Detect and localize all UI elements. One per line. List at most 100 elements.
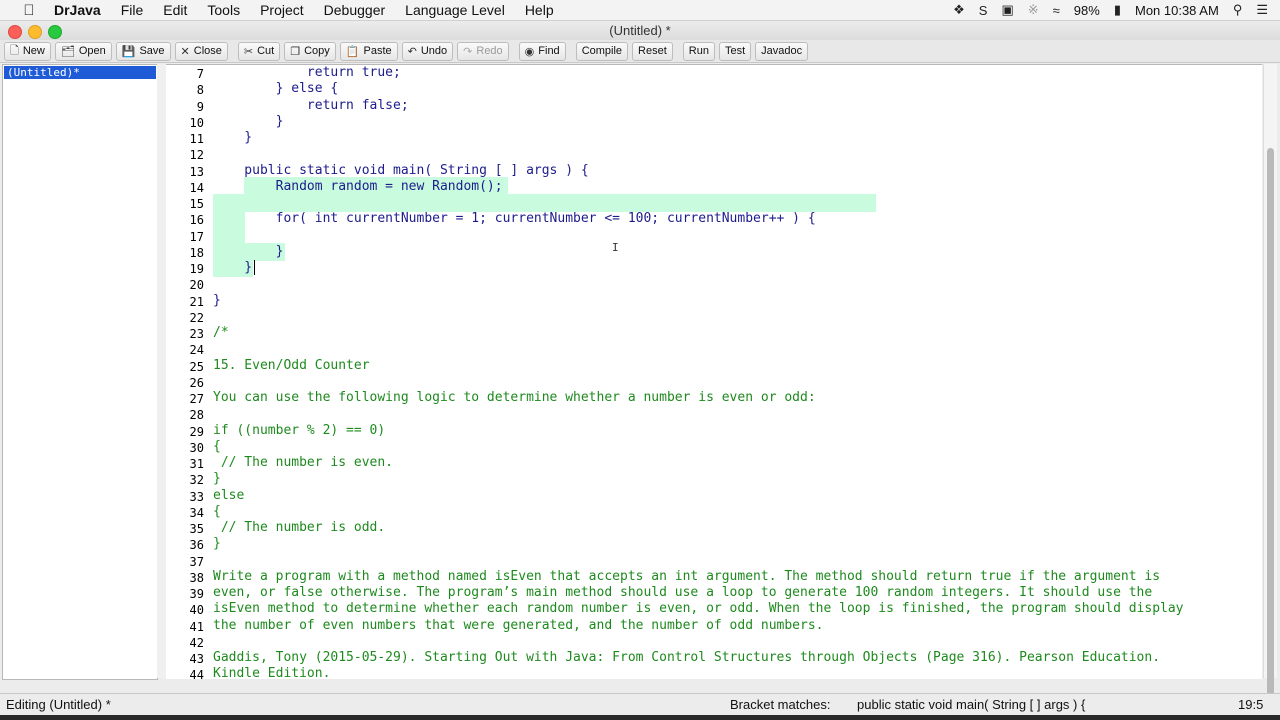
paste-label: Paste bbox=[363, 45, 392, 57]
line-number: 17 bbox=[189, 229, 204, 244]
test-button[interactable]: Test bbox=[718, 41, 752, 61]
line-number: 36 bbox=[189, 538, 204, 553]
app-menu[interactable]: DrJava bbox=[54, 2, 101, 18]
code-line: public static void main( String [ ] args… bbox=[213, 162, 589, 178]
code-line: // The number is even. bbox=[213, 455, 394, 470]
bluetooth-icon[interactable]: ※ bbox=[1028, 2, 1039, 18]
open-button[interactable]: 🗂 Open bbox=[54, 41, 112, 61]
copy-label: Copy bbox=[304, 45, 330, 57]
javadoc-label: Javadoc bbox=[761, 45, 803, 57]
code-line: Kindle Edition. bbox=[213, 666, 331, 679]
document-item-untitled[interactable]: (Untitled)* bbox=[4, 66, 156, 79]
run-button[interactable]: Run bbox=[682, 41, 715, 61]
test-label: Test bbox=[724, 45, 746, 57]
pane-splitter[interactable] bbox=[157, 64, 166, 678]
code-line: Gaddis, Tony (2015-05-29). Starting Out … bbox=[213, 650, 1161, 665]
undo-button[interactable]: ↶ Undo bbox=[401, 41, 454, 61]
code-line: isEven method to determine whether each … bbox=[213, 601, 1184, 617]
code-line: } else { bbox=[213, 81, 339, 97]
clock[interactable]: Mon 10:38 AM bbox=[1135, 3, 1219, 18]
line-number: 13 bbox=[189, 164, 204, 179]
line-number: 30 bbox=[189, 440, 204, 455]
code-line: even, or false otherwise. The program’s … bbox=[213, 585, 1153, 600]
line-number: 16 bbox=[189, 213, 204, 228]
reset-button[interactable]: Reset bbox=[632, 41, 673, 61]
javadoc-button[interactable]: Javadoc bbox=[755, 41, 809, 61]
menu-tools[interactable]: Tools bbox=[207, 2, 240, 18]
menu-file[interactable]: File bbox=[121, 2, 144, 18]
line-number: 20 bbox=[189, 278, 204, 293]
line-number: 18 bbox=[189, 245, 204, 260]
code-line: 15. Even/Odd Counter bbox=[213, 357, 370, 373]
binoculars-icon: ◉ bbox=[524, 45, 535, 58]
menu-language-level[interactable]: Language Level bbox=[405, 2, 505, 18]
line-number: 7 bbox=[196, 67, 204, 81]
save-icon: 💾 bbox=[121, 45, 136, 58]
copy-button[interactable]: ❐ Copy bbox=[284, 41, 336, 61]
line-number: 31 bbox=[189, 457, 204, 471]
close-button[interactable]: ✕ Close bbox=[174, 41, 228, 61]
menu-debugger[interactable]: Debugger bbox=[324, 2, 386, 18]
code-line: { bbox=[213, 438, 221, 454]
document-list: (Untitled)* bbox=[2, 64, 158, 680]
spotlight-search-icon[interactable]: ⚲ bbox=[1233, 2, 1243, 18]
save-label: Save bbox=[139, 45, 165, 57]
find-button[interactable]: ◉ Find bbox=[518, 41, 566, 61]
open-label: Open bbox=[78, 45, 106, 57]
editor-vertical-scrollbar[interactable] bbox=[1263, 64, 1277, 708]
menu-bar:  DrJava File Edit Tools Project Debugge… bbox=[0, 0, 1280, 21]
code-line: } bbox=[213, 113, 284, 129]
zoom-window-icon[interactable] bbox=[48, 25, 62, 39]
camera-icon[interactable]: ▣ bbox=[1001, 2, 1013, 18]
code-line: for( int currentNumber = 1; currentNumbe… bbox=[213, 211, 816, 227]
find-label: Find bbox=[538, 45, 560, 57]
mouse-ibeam-cursor: I bbox=[612, 241, 619, 254]
undo-icon: ↶ bbox=[407, 45, 417, 58]
compile-button[interactable]: Compile bbox=[575, 41, 629, 61]
new-button[interactable]: 🗋 New bbox=[4, 41, 51, 61]
line-number: 15 bbox=[189, 197, 204, 211]
run-label: Run bbox=[688, 45, 709, 57]
code-line: { bbox=[213, 503, 221, 519]
toolbar: 🗋 New 🗂 Open 💾 Save ✕ Close ✂ Cut ❐ Copy 📋 Past… bbox=[0, 40, 1280, 63]
line-number: 28 bbox=[189, 408, 204, 423]
battery-percent[interactable]: 98% bbox=[1074, 3, 1100, 18]
battery-icon[interactable]: ▮ bbox=[1114, 2, 1121, 18]
code-line: You can use the following logic to deter… bbox=[213, 390, 816, 405]
line-number: 26 bbox=[189, 375, 204, 390]
paste-button[interactable]: 📋 Paste bbox=[339, 41, 398, 61]
menu-help[interactable]: Help bbox=[525, 2, 554, 18]
cut-button[interactable]: ✂ Cut bbox=[237, 41, 281, 61]
line-number: 37 bbox=[189, 554, 204, 569]
close-label: Close bbox=[193, 45, 222, 57]
line-number: 44 bbox=[189, 668, 204, 679]
close-window-icon[interactable] bbox=[8, 25, 22, 39]
line-number: 8 bbox=[196, 83, 204, 98]
redo-button[interactable]: ↷ Redo bbox=[457, 41, 509, 61]
line-number: 19 bbox=[189, 262, 204, 276]
bracket-matches-label: Bracket matches: bbox=[730, 697, 831, 712]
apple-menu-icon[interactable]:  bbox=[18, 2, 40, 19]
line-number: 42 bbox=[189, 635, 204, 650]
code-line: else bbox=[213, 487, 245, 503]
editing-status: Editing (Untitled) * bbox=[6, 697, 111, 712]
code-line: return false; bbox=[213, 97, 409, 113]
line-number: 43 bbox=[189, 652, 204, 666]
line-number: 10 bbox=[189, 115, 204, 130]
wifi-icon[interactable]: ≈ bbox=[1053, 3, 1060, 18]
interactions-splitter[interactable] bbox=[166, 680, 1262, 687]
notification-center-icon[interactable]: ☰ bbox=[1256, 2, 1268, 18]
minimize-window-icon[interactable] bbox=[28, 25, 42, 39]
menu-project[interactable]: Project bbox=[260, 2, 304, 18]
code-line: the number of even numbers that were gen… bbox=[213, 617, 824, 633]
skype-icon[interactable]: S bbox=[979, 3, 988, 18]
menu-edit[interactable]: Edit bbox=[163, 2, 187, 18]
save-button[interactable]: 💾 Save bbox=[115, 41, 171, 61]
dropbox-icon[interactable]: ❖ bbox=[953, 2, 965, 18]
code-line: } bbox=[213, 536, 221, 552]
line-number: 34 bbox=[189, 505, 204, 520]
code-line: return true; bbox=[213, 65, 401, 80]
scrollbar-thumb[interactable] bbox=[1267, 148, 1274, 708]
code-editor[interactable]: 7 8 9 10 11 12 13 14 15 16 17 18 19 20 21 22 23 24 25 26 27 2… bbox=[166, 64, 1262, 679]
code-line: if ((number % 2) == 0) bbox=[213, 422, 386, 438]
